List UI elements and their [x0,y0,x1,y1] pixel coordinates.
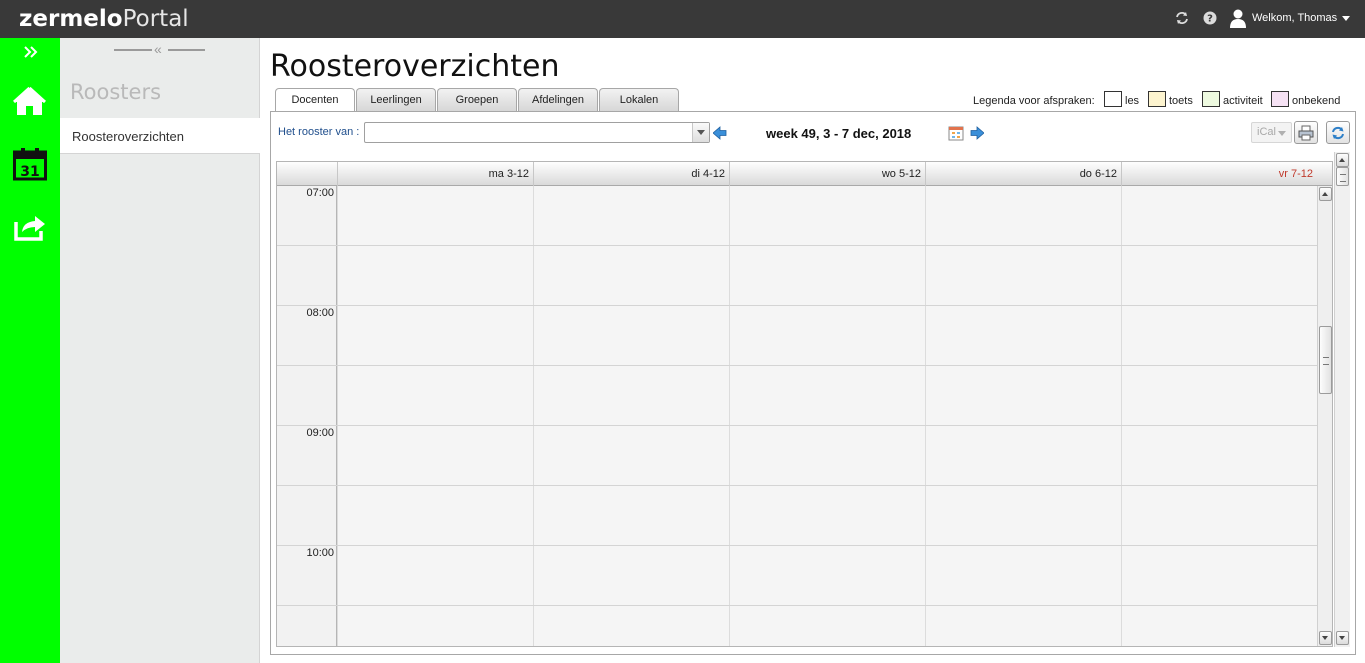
scroll-down-button[interactable] [1319,631,1332,645]
day-separator [729,186,730,646]
week-label: week 49, 3 - 7 dec, 2018 [766,126,912,141]
day-header-do: do 6-12 [925,162,1121,186]
svg-text:?: ? [1207,14,1213,25]
legend-text-les: les [1125,95,1140,107]
sidebar-item-roosteroverzichten[interactable]: Roosteroverzichten [60,118,260,154]
chevron-down-icon[interactable] [692,123,709,142]
scroll-up-button[interactable] [1319,187,1332,201]
collapse-divider [168,49,205,51]
logo-text-bold: zermelo [19,6,123,32]
refresh-button[interactable] [1326,121,1350,144]
sidebar-title: Roosters [70,80,162,104]
next-week-icon[interactable] [970,126,984,140]
page-title: Roosteroverzichten [270,49,560,84]
expand-icon[interactable] [24,46,38,58]
scroll-thumb[interactable] [1336,167,1349,186]
chevron-down-icon[interactable] [1342,16,1350,21]
home-icon[interactable] [13,86,46,116]
collapse-divider [114,49,152,51]
day-separator [533,186,534,646]
legend-text-toets: toets [1169,95,1193,107]
schedule-grid: ma 3-12 di 4-12 wo 5-12 do 6-12 vr 7-12 … [276,161,1333,647]
time-label: 09:00 [306,427,334,439]
day-header-ma: ma 3-12 [337,162,533,186]
sidebar: « Roosters Roosteroverzichten [60,38,260,663]
user-menu-label[interactable]: Welkom, Thomas [1252,12,1337,24]
day-header-di: di 4-12 [533,162,729,186]
tab-afdelingen[interactable]: Afdelingen [518,88,598,111]
logo-text-light: Portal [122,6,189,32]
calendar-day-text: 31 [20,164,39,180]
main-nav: 31 [0,38,60,663]
day-header-vr: vr 7-12 [1121,162,1317,186]
slot-line [277,605,1317,606]
slot-line [277,485,1317,486]
slot-line [277,365,1317,366]
time-label: 10:00 [306,547,334,559]
previous-week-icon[interactable] [713,126,727,140]
scroll-thumb[interactable] [1319,326,1332,394]
slot-line [277,545,1317,546]
day-separator [1121,186,1122,646]
tab-docenten[interactable]: Docenten [275,88,355,112]
grid-scrollbar[interactable] [1317,186,1332,646]
slot-line [277,245,1317,246]
day-header-wo: wo 5-12 [729,162,925,186]
legend-swatch-onbekend [1271,91,1289,107]
day-separator [337,186,338,646]
print-icon [1298,125,1314,141]
tab-groepen[interactable]: Groepen [437,88,517,111]
calendar-picker-icon[interactable] [948,125,964,141]
legend-swatch-activiteit [1202,91,1220,107]
help-icon[interactable]: ? [1202,10,1218,26]
top-bar: zermeloPortal ? Welkom, Thomas [0,0,1365,38]
app-logo[interactable]: zermeloPortal [19,5,189,33]
share-icon[interactable] [13,213,47,241]
collapse-sidebar-icon[interactable]: « [154,41,162,57]
tab-leerlingen[interactable]: Leerlingen [356,88,436,111]
scroll-down-button[interactable] [1336,631,1349,645]
ical-button[interactable]: iCal [1251,122,1292,143]
legend-text-onbekend: onbekend [1292,95,1341,107]
panel-scrollbar[interactable] [1334,152,1350,647]
print-button[interactable] [1294,121,1318,144]
time-column: 07:00 08:00 09:00 10:00 [277,186,337,646]
slot-line [277,425,1317,426]
grid-header: ma 3-12 di 4-12 wo 5-12 do 6-12 vr 7-12 [277,162,1332,186]
legend-text-activiteit: activiteit [1223,95,1263,107]
day-separator [925,186,926,646]
sidebar-item-label: Roosteroverzichten [72,129,184,144]
refresh-icon [1332,126,1344,140]
user-icon[interactable] [1230,8,1246,28]
time-label: 08:00 [306,307,334,319]
calendar-icon[interactable]: 31 [13,147,47,181]
tab-lokalen[interactable]: Lokalen [599,88,679,111]
legend-swatch-toets [1148,91,1166,107]
sync-icon[interactable] [1174,10,1190,26]
scroll-up-button[interactable] [1336,153,1349,167]
rooster-select[interactable] [364,122,710,143]
legend-label: Legenda voor afspraken: [973,95,1095,107]
legend-swatch-les [1104,91,1122,107]
rooster-label: Het rooster van : [278,126,360,138]
slot-line [277,305,1317,306]
time-label: 07:00 [306,187,334,199]
